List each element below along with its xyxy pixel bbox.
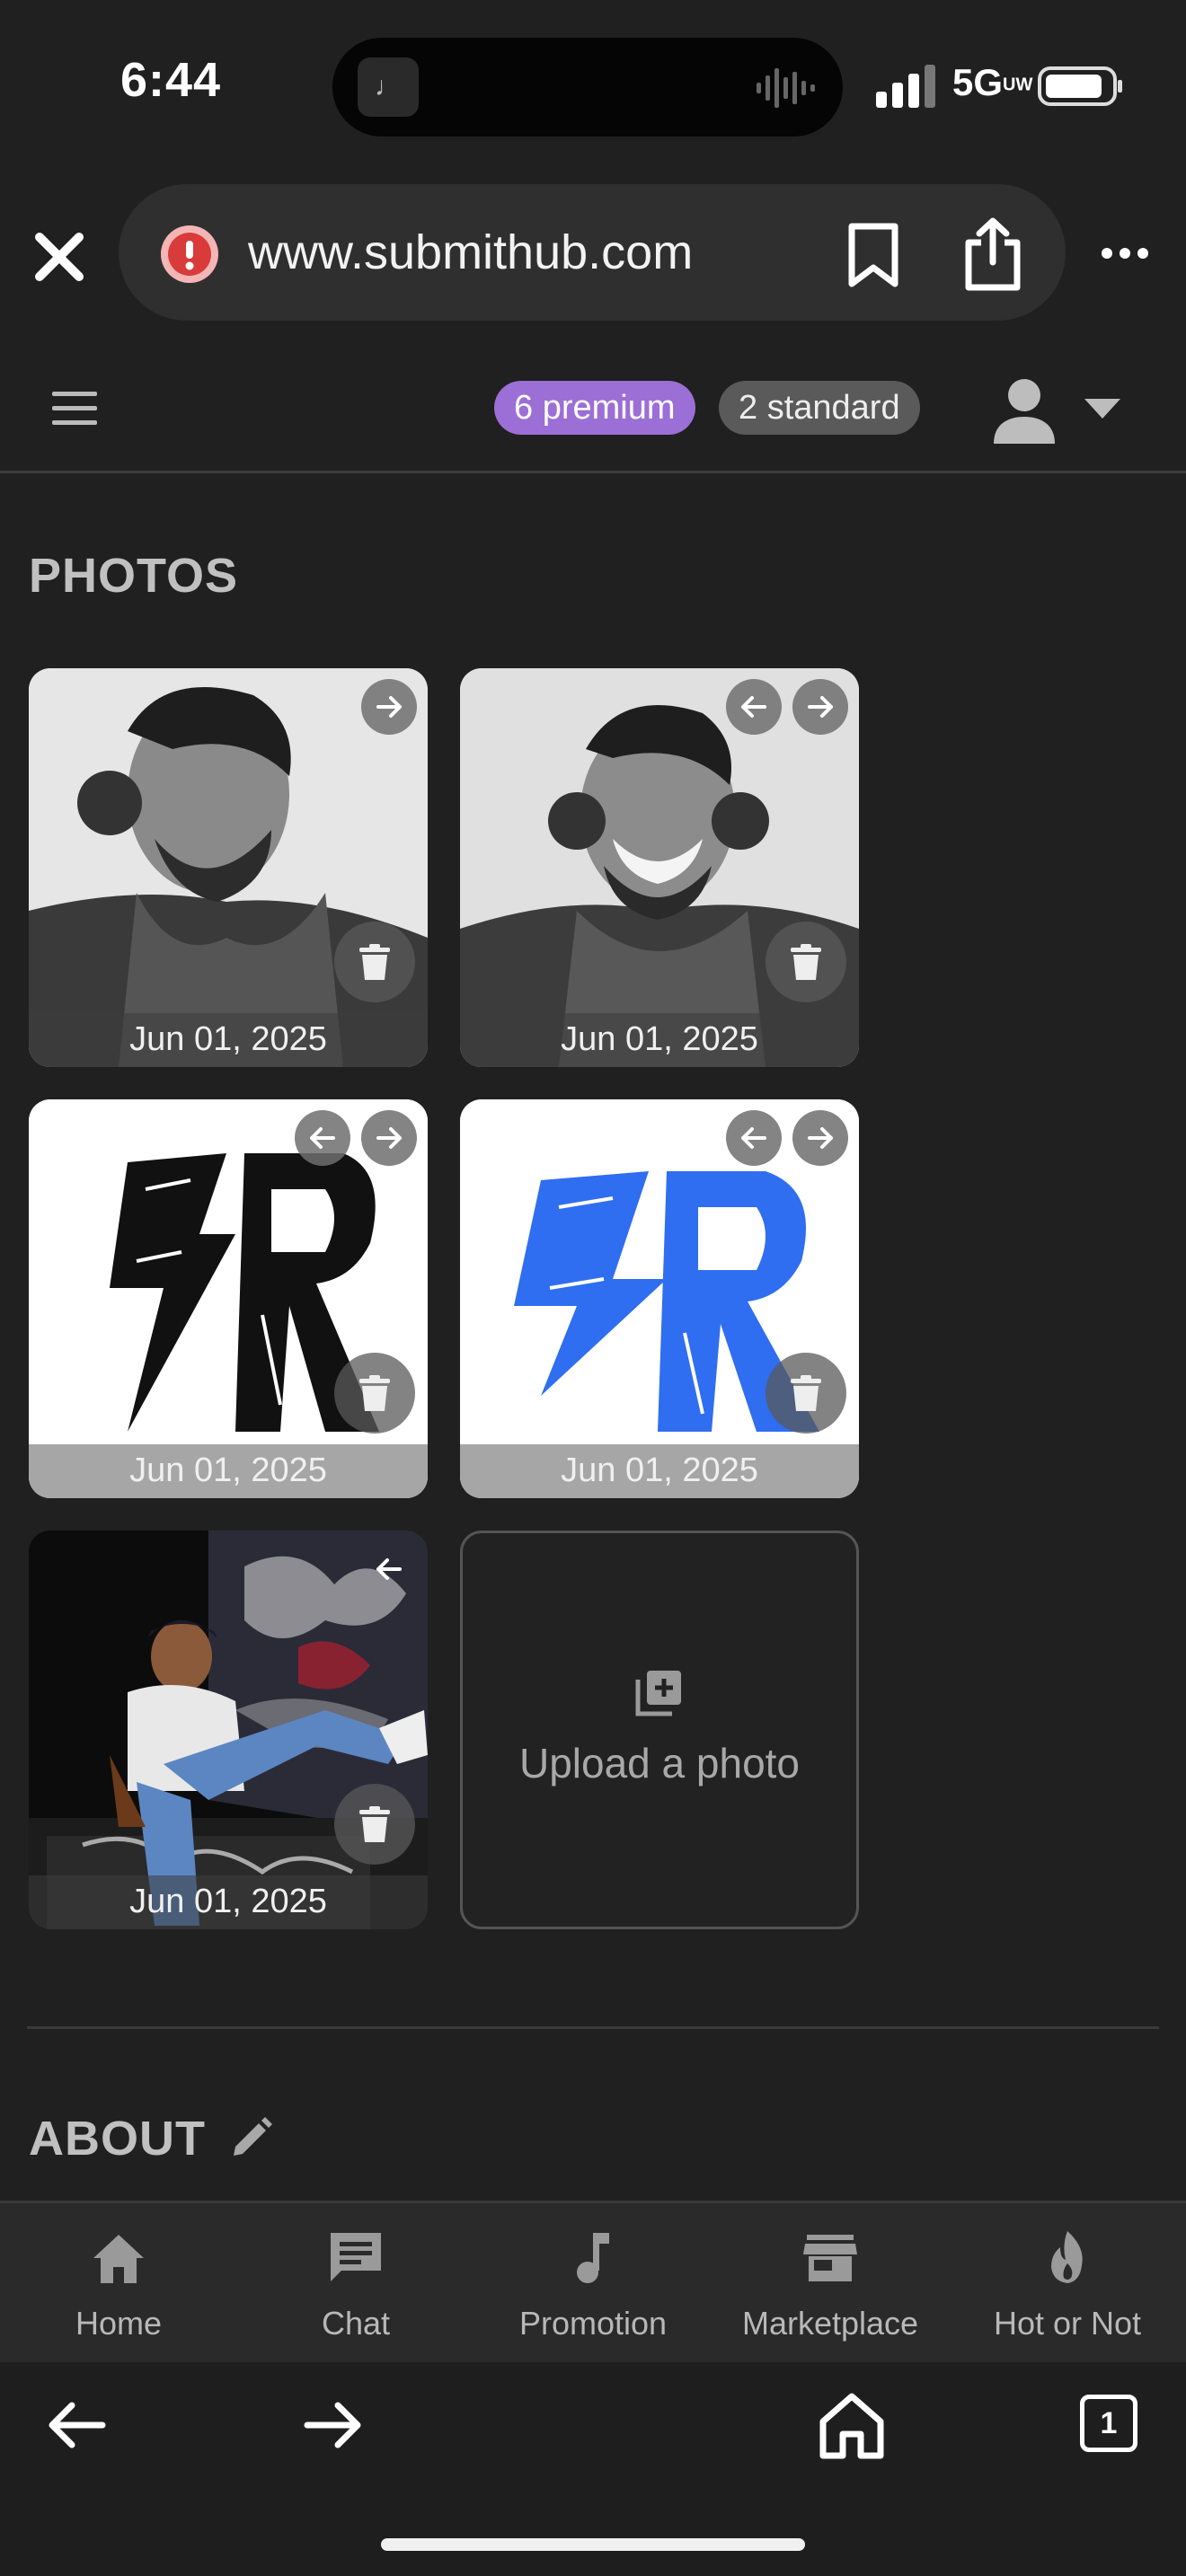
delete-photo-button[interactable]	[766, 1353, 846, 1434]
trash-icon	[791, 944, 821, 980]
url-text[interactable]: www.submithub.com	[248, 225, 693, 280]
arrow-right-icon	[808, 1127, 833, 1149]
tabs-button[interactable]: 1	[1080, 2395, 1137, 2452]
arrow-right-icon	[808, 696, 833, 718]
chevron-down-icon[interactable]	[1083, 397, 1122, 420]
battery-icon	[1038, 66, 1122, 106]
move-left-button[interactable]	[295, 1110, 350, 1166]
nav-hot-or-not[interactable]: Hot or Not	[960, 2228, 1175, 2342]
about-section-title: ABOUT	[29, 2112, 206, 2166]
photo-date: Jun 01, 2025	[29, 1875, 428, 1929]
close-icon[interactable]	[27, 225, 92, 289]
photo-date: Jun 01, 2025	[29, 1013, 428, 1067]
arrow-left-icon	[376, 1558, 402, 1580]
move-right-button[interactable]	[792, 1110, 848, 1166]
music-note-icon	[577, 2233, 609, 2283]
audio-wave-icon	[757, 68, 815, 108]
photo-logo-blue	[460, 1099, 859, 1498]
nav-chat[interactable]: Chat	[248, 2228, 464, 2342]
nav-home[interactable]: Home	[11, 2228, 226, 2342]
nav-marketplace-label: Marketplace	[741, 2305, 919, 2342]
photo-card[interactable]: Jun 01, 2025	[460, 1099, 859, 1498]
trash-icon	[359, 944, 390, 980]
photo-selfie-bw	[29, 668, 428, 1067]
flame-icon	[1051, 2231, 1083, 2283]
upload-photo-label[interactable]: Upload a photo	[460, 1739, 859, 1787]
menu-icon[interactable]	[52, 392, 97, 426]
photos-section-title: PHOTOS	[29, 549, 239, 603]
delete-photo-button[interactable]	[766, 922, 846, 1002]
user-icon[interactable]	[988, 374, 1060, 446]
forward-arrow-icon[interactable]	[304, 2400, 363, 2450]
trash-icon	[791, 1375, 821, 1411]
add-photo-icon	[635, 1671, 681, 1716]
photo-date: Jun 01, 2025	[29, 1444, 428, 1498]
move-left-button[interactable]	[726, 679, 782, 735]
nav-marketplace[interactable]: Marketplace	[722, 2228, 938, 2342]
bookmark-icon[interactable]	[843, 223, 904, 287]
signal-icon	[876, 65, 935, 108]
music-app-icon: ♩	[358, 57, 419, 117]
move-right-button[interactable]	[361, 1110, 417, 1166]
nav-home-label: Home	[75, 2305, 163, 2342]
photo-card[interactable]: Jun 01, 2025	[29, 1531, 428, 1929]
delete-photo-button[interactable]	[334, 1784, 415, 1865]
trash-icon	[359, 1806, 390, 1842]
photo-date: Jun 01, 2025	[460, 1013, 859, 1067]
section-divider	[27, 2026, 1159, 2029]
arrow-right-icon	[376, 696, 402, 718]
network-label: 5GUW	[952, 61, 1033, 103]
photo-graffiti-seated	[29, 1531, 428, 1929]
home-icon	[93, 2235, 144, 2283]
browser-home-icon[interactable]	[818, 2391, 886, 2459]
share-icon[interactable]	[961, 216, 1024, 293]
more-icon[interactable]	[1100, 243, 1150, 264]
nav-promotion[interactable]: Promotion	[485, 2228, 701, 2342]
nav-chat-label: Chat	[321, 2305, 391, 2342]
move-left-button[interactable]	[361, 1541, 417, 1597]
move-left-button[interactable]	[726, 1110, 782, 1166]
delete-photo-button[interactable]	[334, 1353, 415, 1434]
store-icon	[803, 2235, 857, 2281]
nav-hot-or-not-label: Hot or Not	[993, 2305, 1142, 2342]
arrow-right-icon	[376, 1127, 402, 1149]
photo-card[interactable]: Jun 01, 2025	[460, 668, 859, 1067]
status-time: 6:44	[120, 53, 222, 107]
delete-photo-button[interactable]	[334, 922, 415, 1002]
upload-photo-button[interactable]	[460, 1531, 859, 1929]
back-arrow-icon[interactable]	[47, 2400, 106, 2450]
arrow-left-icon	[741, 1127, 766, 1149]
arrow-left-icon	[310, 1127, 335, 1149]
pencil-icon[interactable]	[228, 2116, 273, 2161]
trash-icon	[359, 1375, 390, 1411]
arrow-left-icon	[741, 696, 766, 718]
premium-credits-badge[interactable]: 6 premium	[494, 381, 695, 435]
move-right-button[interactable]	[792, 679, 848, 735]
photo-logo-black	[29, 1099, 428, 1498]
nav-promotion-label: Promotion	[518, 2305, 668, 2342]
photo-card[interactable]: Jun 01, 2025	[29, 668, 428, 1067]
photo-card[interactable]: Jun 01, 2025	[29, 1099, 428, 1498]
photo-smiling-selfie-bw	[460, 668, 859, 1067]
home-indicator	[381, 2538, 805, 2551]
chat-icon	[331, 2233, 381, 2281]
move-right-button[interactable]	[361, 679, 417, 735]
standard-credits-badge[interactable]: 2 standard	[719, 381, 920, 435]
photo-date: Jun 01, 2025	[460, 1444, 859, 1498]
alert-icon[interactable]	[158, 223, 221, 286]
header-divider	[0, 471, 1186, 473]
